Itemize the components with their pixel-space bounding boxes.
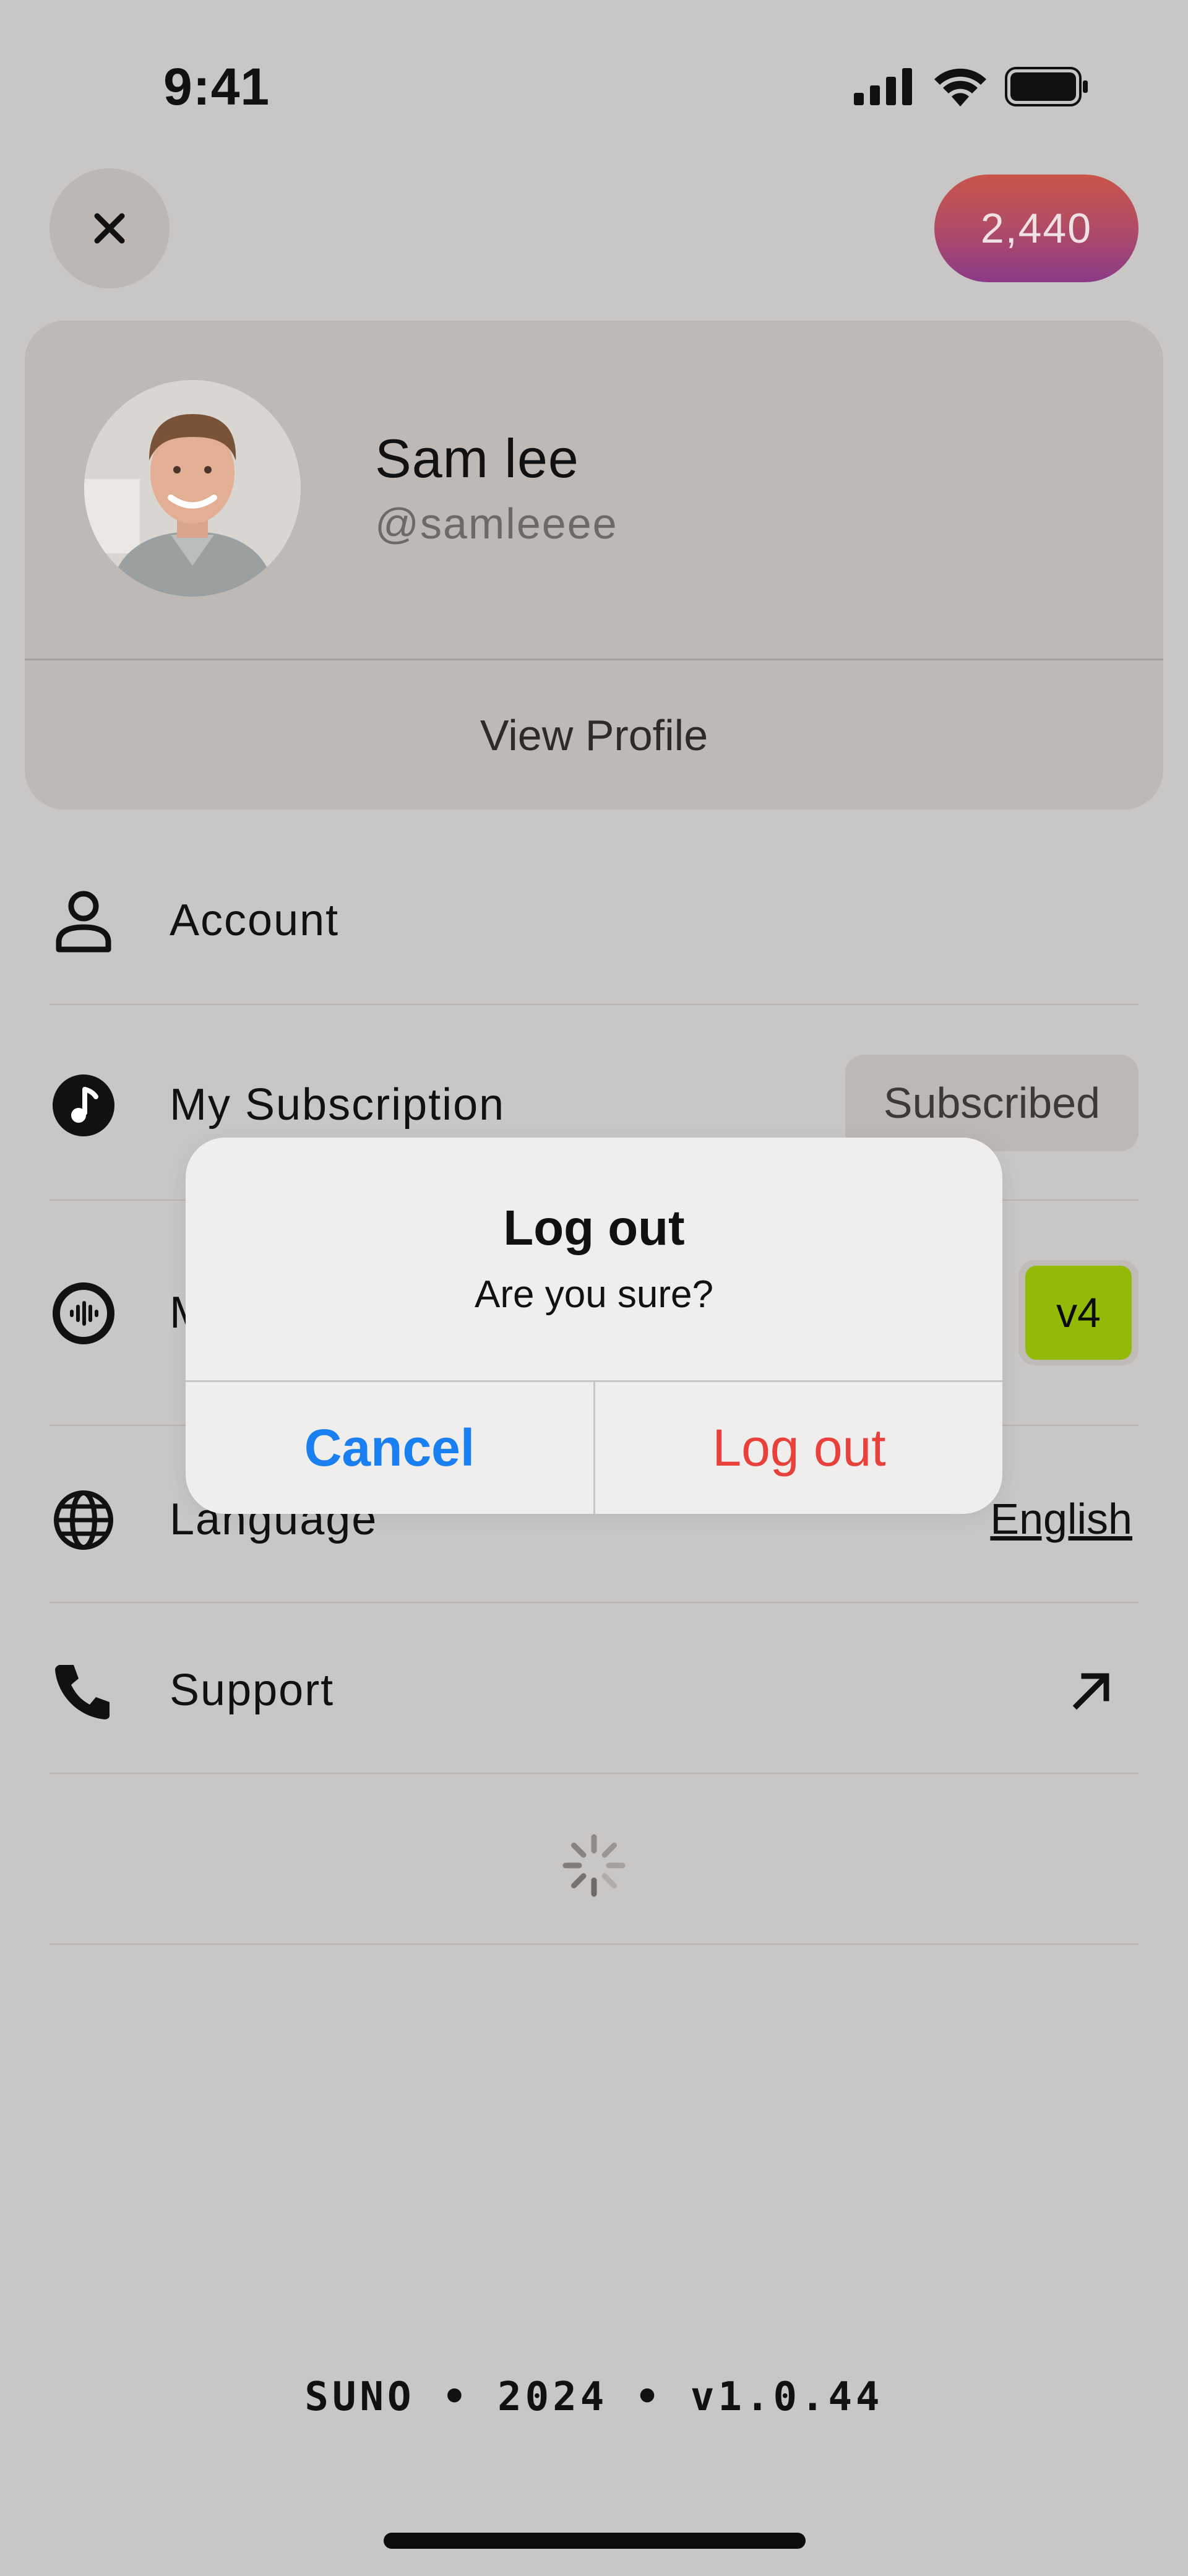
battery-icon [1005, 67, 1088, 106]
model-version-label: v4 [1025, 1266, 1132, 1360]
cancel-button[interactable]: Cancel [186, 1382, 593, 1514]
model-version-badge[interactable]: v4 [1018, 1260, 1138, 1365]
profile-handle: @samleeee [375, 499, 618, 548]
subscription-status-badge: Subscribed [845, 1055, 1138, 1151]
logout-dialog: Log out Are you sure? Cancel Log out [186, 1138, 1002, 1514]
confirm-logout-button[interactable]: Log out [595, 1382, 1002, 1514]
settings-screen: 9:41 2,440 Sam lee @samleeee View Profil… [0, 0, 1188, 2576]
settings-row-label: My Subscription [170, 1080, 506, 1130]
view-profile-button[interactable]: View Profile [25, 660, 1163, 810]
close-icon [94, 213, 125, 244]
globe-icon [50, 1486, 118, 1554]
divider [50, 1773, 1138, 1774]
home-indicator[interactable] [384, 2533, 806, 2549]
music-note-icon [50, 1071, 118, 1139]
dialog-message: Are you sure? [475, 1273, 713, 1316]
divider [50, 1943, 1138, 1945]
profile-name: Sam lee [375, 428, 579, 489]
credits-count: 2,440 [980, 205, 1093, 252]
divider [50, 1004, 1138, 1005]
credits-badge[interactable]: 2,440 [934, 175, 1138, 282]
language-value-link[interactable]: English [990, 1494, 1132, 1544]
settings-row-account[interactable]: Account [50, 867, 1138, 975]
settings-row-label: Support [170, 1666, 335, 1715]
settings-row-support[interactable]: Support [50, 1636, 1138, 1745]
avatar-image [84, 380, 301, 597]
close-button[interactable] [50, 168, 170, 288]
avatar[interactable] [84, 380, 301, 597]
person-icon [50, 887, 118, 955]
phone-icon [50, 1657, 118, 1725]
wifi-icon [934, 68, 986, 106]
dialog-title: Log out [503, 1200, 685, 1255]
signal-icon [854, 68, 912, 105]
app-version-footer: SUNO • 2024 • v1.0.44 [304, 2374, 884, 2420]
status-icons [854, 67, 1089, 106]
waveform-icon [50, 1279, 118, 1347]
settings-row-label: Account [170, 896, 340, 945]
status-time: 9:41 [163, 58, 270, 116]
loading-spinner-icon [562, 1834, 626, 1897]
profile-card: Sam lee @samleeee View Profile [25, 321, 1163, 810]
divider [50, 1602, 1138, 1603]
arrow-up-right-icon [1069, 1669, 1114, 1716]
